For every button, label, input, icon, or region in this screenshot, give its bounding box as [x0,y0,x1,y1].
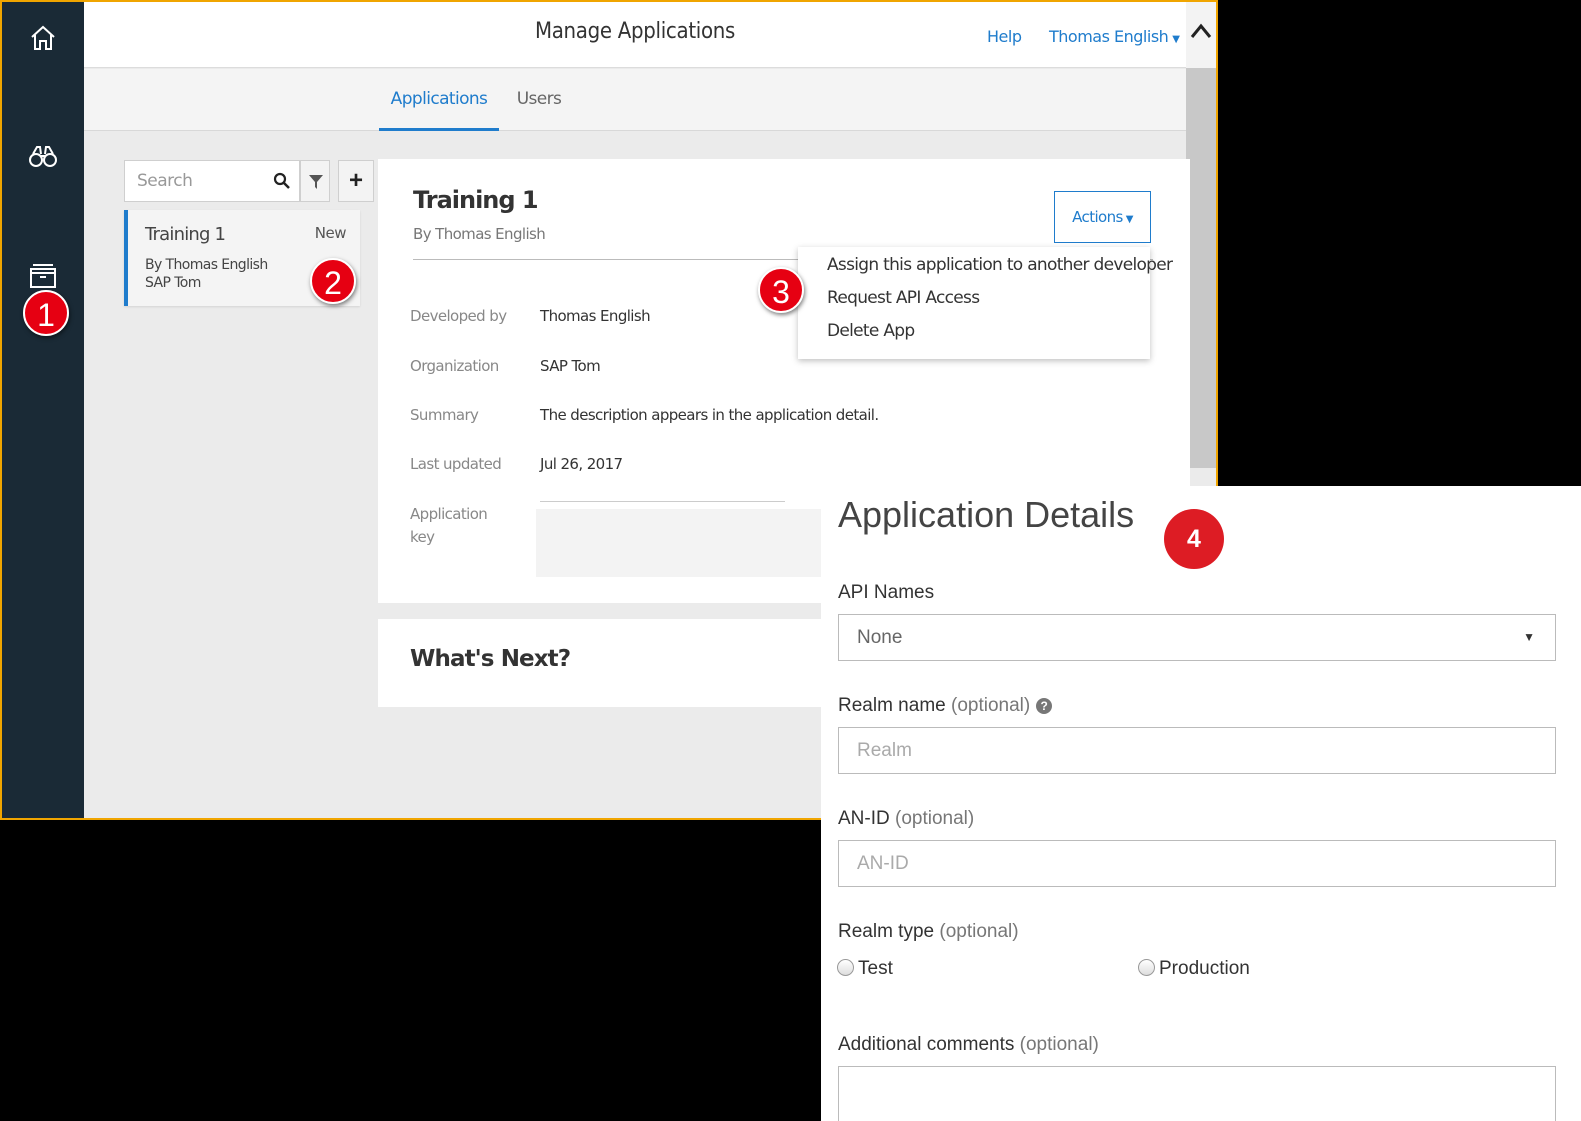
help-link[interactable]: Help [987,27,1022,46]
radio-test-label: Test [858,958,893,979]
anid-label-text: AN-ID [838,808,890,829]
applications-icon[interactable] [27,260,59,292]
step-badge-1: 1 [23,290,69,336]
scrollbar[interactable] [1186,2,1216,468]
organization-value: SAP Tom [540,357,601,375]
anid-input[interactable] [857,842,1555,886]
optional-hint: (optional) [951,695,1031,716]
radio-production-label: Production [1159,958,1250,979]
application-key-label: Application key [410,503,488,549]
card-title: Training 1 [145,224,226,245]
realm-name-field[interactable] [838,727,1556,774]
developed-by-value: Thomas English [540,307,651,325]
binoculars-icon[interactable] [27,140,59,172]
user-name: Thomas English [1049,27,1169,46]
tab-bar: Applications Users [84,69,1186,131]
comments-textarea[interactable] [838,1066,1556,1121]
help-icon[interactable]: ? [1036,698,1053,714]
chevron-down-icon: ▼ [1172,34,1180,45]
api-names-select[interactable]: None ▼ [838,614,1556,661]
api-names-label: API Names [838,582,935,603]
scroll-up-button[interactable] [1186,2,1216,68]
home-icon[interactable] [27,22,59,54]
nav-rail: 1 [2,2,84,818]
divider [540,501,785,502]
anid-label: AN-ID (optional) [838,808,974,830]
last-updated-value: Jul 26, 2017 [540,455,623,473]
menu-item-assign[interactable]: Assign this application to another devel… [827,255,1173,275]
chevron-down-icon: ▼ [1125,214,1134,225]
summary-label: Summary [410,406,479,424]
application-key-label-line1: Application [410,505,488,523]
realm-type-label-text: Realm type [838,921,935,942]
radio-circle[interactable] [837,959,854,976]
realm-name-label-text: Realm name [838,695,946,716]
last-updated-label: Last updated [410,455,502,473]
summary-value: The description appears in the applicati… [540,406,879,424]
top-bar: Manage Applications Help Thomas English ▼ [84,2,1186,68]
add-application-button[interactable]: + [338,160,374,202]
application-details-form: Application Details 4 API Names None ▼ R… [821,486,1581,1121]
actions-menu: Assign this application to another devel… [798,247,1173,359]
card-author: By Thomas English [145,257,268,273]
realm-name-input[interactable] [857,729,1555,773]
actions-button[interactable]: Actions ▼ [1054,191,1151,243]
radio-production[interactable]: Production [1138,958,1250,980]
search-field[interactable] [124,160,300,202]
anid-field[interactable] [838,840,1556,887]
tab-users[interactable]: Users [504,69,574,131]
realm-type-label: Realm type (optional) [838,921,1019,943]
actions-label: Actions [1072,208,1123,226]
developed-by-label: Developed by [410,307,507,325]
search-icon[interactable] [273,172,291,190]
step-badge-2: 2 [310,258,356,304]
search-input[interactable] [137,171,267,191]
menu-item-delete-app[interactable]: Delete App [827,321,915,341]
step-badge-4: 4 [1164,509,1224,569]
detail-author: By Thomas English [413,225,546,243]
chevron-up-icon [1190,23,1212,38]
realm-name-label: Realm name (optional)? [838,695,1053,717]
tab-applications[interactable]: Applications [379,69,499,131]
card-organization: SAP Tom [145,275,201,291]
optional-hint: (optional) [939,921,1019,942]
comments-label-text: Additional comments [838,1034,1015,1055]
status-badge: New [314,224,347,242]
api-names-value: None [857,627,903,648]
form-title: Application Details [838,494,1135,535]
radio-circle[interactable] [1138,959,1155,976]
optional-hint: (optional) [1019,1034,1099,1055]
filter-button[interactable] [300,160,330,202]
comments-label: Additional comments (optional) [838,1034,1099,1056]
organization-label: Organization [410,357,499,375]
optional-hint: (optional) [895,808,975,829]
application-key-value [536,509,836,577]
whats-next-title: What's Next? [410,646,571,672]
filter-icon [309,175,323,189]
user-menu[interactable]: Thomas English ▼ [1049,27,1180,46]
step-badge-3: 3 [758,267,804,313]
menu-item-request-api-access[interactable]: Request API Access [827,288,980,308]
radio-test[interactable]: Test [837,958,893,980]
detail-title: Training 1 [413,186,539,214]
caret-down-icon: ▼ [1523,630,1535,644]
application-key-label-line2: key [410,528,435,546]
